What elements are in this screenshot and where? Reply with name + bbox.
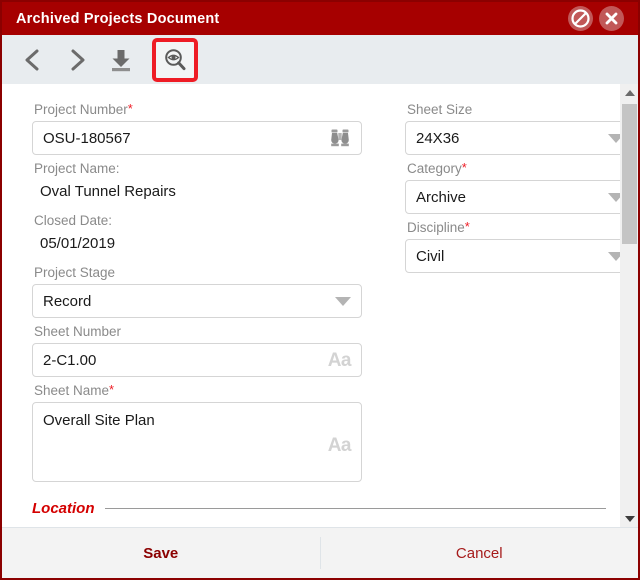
scroll-up-button[interactable] (621, 84, 638, 101)
label-sheet-number: Sheet Number (34, 324, 122, 339)
field-closed-date: Closed Date: 05/01/2019 (32, 209, 362, 259)
field-project-stage: Project Stage Record (32, 261, 362, 318)
value-project-name: Oval Tunnel Repairs (40, 183, 176, 200)
scrollbar-thumb[interactable] (622, 104, 637, 244)
block-button[interactable] (568, 6, 593, 31)
field-project-name: Project Name: Oval Tunnel Repairs (32, 157, 362, 207)
label-discipline: Discipline* (407, 219, 470, 235)
chevron-left-icon (20, 47, 46, 73)
window-title: Archived Projects Document (16, 10, 220, 27)
triangle-up-icon (624, 89, 635, 96)
section-divider (104, 508, 606, 509)
label-project-number: Project Number* (34, 101, 133, 117)
toolbar (2, 35, 638, 84)
dialog-window: Archived Projects Document Project Numbe… (0, 0, 640, 580)
value-closed-date: 05/01/2019 (40, 235, 116, 252)
form-columns: Project Number* OSU-180567 Project Name:… (2, 98, 620, 484)
value-project-number: OSU-180567 (43, 129, 131, 147)
label-project-stage: Project Stage (34, 265, 116, 280)
chevron-down-icon (608, 251, 620, 261)
close-icon (602, 9, 621, 28)
cancel-button[interactable]: Cancel (321, 528, 639, 578)
label-closed-date: Closed Date: (34, 213, 113, 228)
value-sheet-size: 24X36 (416, 129, 460, 147)
input-project-number[interactable]: OSU-180567 (32, 121, 362, 155)
save-button[interactable]: Save (2, 528, 320, 578)
scroll-down-button[interactable] (621, 510, 638, 527)
field-sheet-number: Sheet Number 2-C1.00 Aa (32, 320, 362, 377)
download-button[interactable] (100, 40, 142, 80)
label-project-name: Project Name: (34, 161, 120, 176)
title-bar-buttons (568, 6, 624, 31)
field-project-number: Project Number* OSU-180567 (32, 98, 362, 155)
section-header-location: Location (2, 500, 620, 517)
title-bar: Archived Projects Document (2, 2, 638, 35)
input-sheet-number[interactable]: 2-C1.00 Aa (32, 343, 362, 377)
binoculars-icon[interactable] (329, 128, 351, 148)
select-category[interactable]: Archive (405, 180, 620, 214)
field-category: Category* Archive (405, 157, 620, 214)
dialog-footer: Save Cancel (2, 527, 638, 578)
value-sheet-name: Overall Site Plan (43, 412, 155, 429)
select-discipline[interactable]: Civil (405, 239, 620, 273)
chevron-down-icon (608, 192, 620, 202)
required-marker: * (127, 101, 133, 116)
download-icon (108, 47, 134, 73)
select-sheet-size[interactable]: 24X36 (405, 121, 620, 155)
value-category: Archive (416, 188, 467, 206)
select-project-stage[interactable]: Record (32, 284, 362, 318)
value-project-stage: Record (43, 292, 92, 310)
field-sheet-size: Sheet Size 24X36 (405, 98, 620, 155)
value-discipline: Civil (416, 247, 445, 265)
vertical-scrollbar[interactable] (620, 84, 638, 527)
field-discipline: Discipline* Civil (405, 216, 620, 273)
preview-button[interactable] (152, 37, 198, 82)
form-scroll-region: Project Number* OSU-180567 Project Name:… (2, 84, 620, 527)
form-column-right: Sheet Size 24X36 Category* Archive Disci… (405, 98, 620, 484)
section-title-location: Location (32, 500, 95, 517)
back-button[interactable] (12, 40, 54, 80)
block-icon (571, 9, 590, 28)
value-sheet-number: 2-C1.00 (43, 351, 97, 369)
aa-text-icon[interactable]: Aa (328, 436, 352, 455)
chevron-right-icon (64, 47, 90, 73)
textarea-sheet-name[interactable]: Overall Site Plan Aa (32, 402, 362, 482)
required-marker: * (109, 382, 115, 397)
close-button[interactable] (599, 6, 624, 31)
triangle-down-icon (624, 515, 635, 522)
content-area: Project Number* OSU-180567 Project Name:… (2, 84, 638, 527)
form-column-left: Project Number* OSU-180567 Project Name:… (32, 98, 362, 484)
required-marker: * (461, 160, 467, 175)
label-category: Category* (407, 160, 467, 176)
chevron-down-icon (335, 296, 351, 306)
label-sheet-name: Sheet Name* (34, 382, 115, 398)
forward-button[interactable] (56, 40, 98, 80)
required-marker: * (464, 219, 470, 234)
magnifier-eye-icon (162, 47, 188, 73)
aa-text-icon[interactable]: Aa (328, 351, 352, 370)
field-sheet-name: Sheet Name* Overall Site Plan Aa (32, 379, 362, 482)
label-sheet-size: Sheet Size (407, 102, 473, 117)
chevron-down-icon (608, 133, 620, 143)
